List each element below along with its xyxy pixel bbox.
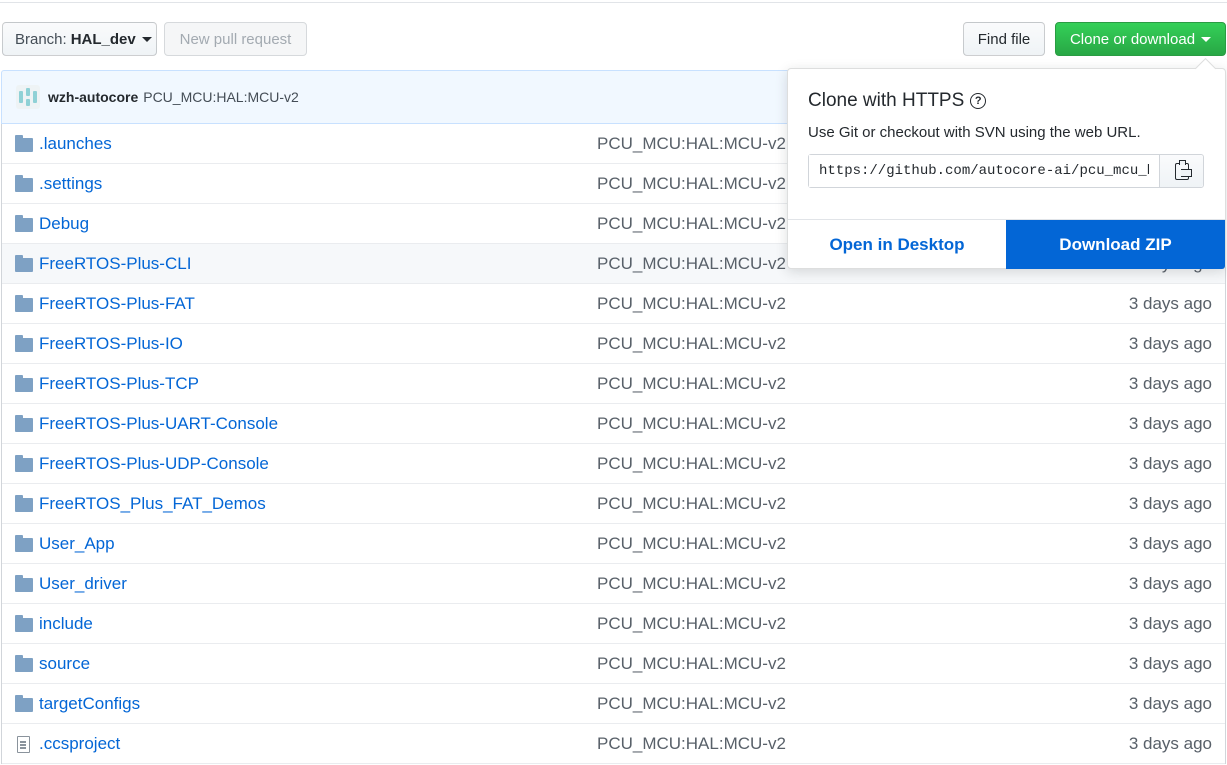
table-row[interactable]: FreeRTOS-Plus-UDP-Console PCU_MCU:HAL:MCU… xyxy=(2,444,1225,484)
commit-age: 3 days ago xyxy=(1128,374,1212,393)
folder-icon xyxy=(15,535,33,552)
folder-icon xyxy=(15,455,33,472)
commit-message-link[interactable]: PCU_MCU:HAL:MCU-v2 xyxy=(597,694,786,714)
commit-age: 3 days ago xyxy=(1128,454,1212,473)
branch-value: HAL_dev xyxy=(70,30,136,48)
table-row[interactable]: FreeRTOS-Plus-IO PCU_MCU:HAL:MCU-v2 3 days… xyxy=(2,324,1225,364)
folder-icon xyxy=(15,135,33,152)
table-row[interactable]: User_App PCU_MCU:HAL:MCU-v2 3 days ago xyxy=(2,524,1225,564)
file-icon xyxy=(15,736,33,753)
commit-message-link[interactable]: PCU_MCU:HAL:MCU-v2 xyxy=(143,89,299,105)
folder-icon xyxy=(15,175,33,192)
commit-message-link[interactable]: PCU_MCU:HAL:MCU-v2 xyxy=(597,534,786,554)
folder-icon xyxy=(15,375,33,392)
folder-icon xyxy=(15,575,33,592)
commit-age: 3 days ago xyxy=(1128,574,1212,593)
file-name-link[interactable]: User_App xyxy=(39,534,115,554)
commit-message-link[interactable]: PCU_MCU:HAL:MCU-v2 xyxy=(597,374,786,394)
commit-age: 3 days ago xyxy=(1128,694,1212,713)
clippy-icon xyxy=(1174,159,1192,180)
branch-label: Branch: xyxy=(15,30,67,48)
folder-icon xyxy=(15,255,33,272)
folder-icon xyxy=(15,695,33,712)
clone-title-text: Clone with HTTPS xyxy=(808,90,965,111)
file-name-link[interactable]: User_driver xyxy=(39,574,127,594)
folder-icon xyxy=(15,335,33,352)
table-row[interactable]: FreeRTOS-Plus-TCP PCU_MCU:HAL:MCU-v2 3 day… xyxy=(2,364,1225,404)
commit-message-link[interactable]: PCU_MCU:HAL:MCU-v2 xyxy=(597,294,786,314)
caret-down-icon xyxy=(141,36,152,42)
table-row[interactable]: FreeRTOS_Plus_FAT_Demos PCU_MCU:HAL:MCU-v… xyxy=(2,484,1225,524)
file-name-link[interactable]: include xyxy=(39,614,93,634)
file-name-link[interactable]: FreeRTOS-Plus-FAT xyxy=(39,294,195,314)
commit-message-link[interactable]: PCU_MCU:HAL:MCU-v2 xyxy=(597,654,786,674)
commit-age: 3 days ago xyxy=(1128,414,1212,433)
file-name-link[interactable]: Debug xyxy=(39,214,89,234)
commit-age: 3 days ago xyxy=(1128,494,1212,513)
commit-age: 3 days ago xyxy=(1128,654,1212,673)
folder-icon xyxy=(15,615,33,632)
commit-age: 3 days ago xyxy=(1128,734,1212,753)
commit-age: 3 days ago xyxy=(1128,534,1212,553)
table-row[interactable]: source PCU_MCU:HAL:MCU-v2 3 days ago xyxy=(2,644,1225,684)
folder-icon xyxy=(15,295,33,312)
caret-down-icon xyxy=(1201,36,1212,42)
download-zip-button[interactable]: Download ZIP xyxy=(1006,220,1225,269)
commit-age: 3 days ago xyxy=(1128,294,1212,313)
file-name-link[interactable]: .ccsproject xyxy=(39,734,120,754)
file-name-link[interactable]: FreeRTOS-Plus-IO xyxy=(39,334,183,354)
table-row[interactable]: FreeRTOS-Plus-FAT PCU_MCU:HAL:MCU-v2 3 day… xyxy=(2,284,1225,324)
clone-description: Use Git or checkout with SVN using the w… xyxy=(808,124,1141,141)
table-row[interactable]: targetConfigs PCU_MCU:HAL:MCU-v2 3 days ag… xyxy=(2,684,1225,724)
commit-message-link[interactable]: PCU_MCU:HAL:MCU-v2 xyxy=(597,174,786,194)
commit-author-link[interactable]: wzh-autocore xyxy=(48,89,138,105)
clone-url-group xyxy=(808,154,1204,188)
table-row[interactable]: .ccsproject PCU_MCU:HAL:MCU-v2 3 days ago xyxy=(2,724,1225,764)
file-name-link[interactable]: .launches xyxy=(39,134,112,154)
folder-icon xyxy=(15,655,33,672)
file-name-link[interactable]: FreeRTOS-Plus-CLI xyxy=(39,254,191,274)
file-name-link[interactable]: source xyxy=(39,654,90,674)
file-name-link[interactable]: .settings xyxy=(39,174,102,194)
folder-icon xyxy=(15,495,33,512)
file-name-link[interactable]: FreeRTOS-Plus-UART-Console xyxy=(39,414,278,434)
file-name-link[interactable]: FreeRTOS_Plus_FAT_Demos xyxy=(39,494,266,514)
table-row[interactable]: include PCU_MCU:HAL:MCU-v2 3 days ago xyxy=(2,604,1225,644)
file-name-link[interactable]: FreeRTOS-Plus-TCP xyxy=(39,374,199,394)
top-divider xyxy=(0,0,1227,3)
clone-popover: Clone with HTTPS ? Use Git or checkout w… xyxy=(787,68,1226,269)
file-name-link[interactable]: targetConfigs xyxy=(39,694,140,714)
copy-url-button[interactable] xyxy=(1159,155,1203,187)
commit-message-link[interactable]: PCU_MCU:HAL:MCU-v2 xyxy=(597,614,786,634)
new-pull-request-button[interactable]: New pull request xyxy=(164,22,307,56)
clone-popover-title: Clone with HTTPS ? xyxy=(808,90,987,112)
folder-icon xyxy=(15,215,33,232)
question-circle-icon[interactable]: ? xyxy=(970,93,987,109)
commit-message-link[interactable]: PCU_MCU:HAL:MCU-v2 xyxy=(597,134,786,154)
commit-message-link[interactable]: PCU_MCU:HAL:MCU-v2 xyxy=(597,254,786,274)
commit-message-link[interactable]: PCU_MCU:HAL:MCU-v2 xyxy=(597,414,786,434)
table-row[interactable]: FreeRTOS-Plus-UART-Console PCU_MCU:HAL:MC… xyxy=(2,404,1225,444)
commit-message-link[interactable]: PCU_MCU:HAL:MCU-v2 xyxy=(597,734,786,754)
clone-or-download-button[interactable]: Clone or download xyxy=(1055,22,1226,56)
folder-icon xyxy=(15,415,33,432)
clone-popover-footer: Open in Desktop Download ZIP xyxy=(788,219,1225,269)
commit-message-link[interactable]: PCU_MCU:HAL:MCU-v2 xyxy=(597,334,786,354)
clone-url-input[interactable] xyxy=(809,155,1159,187)
avatar[interactable] xyxy=(16,85,40,109)
commit-age: 3 days ago xyxy=(1128,614,1212,633)
commit-age: 3 days ago xyxy=(1128,334,1212,353)
commit-message-link[interactable]: PCU_MCU:HAL:MCU-v2 xyxy=(597,494,786,514)
commit-message-link[interactable]: PCU_MCU:HAL:MCU-v2 xyxy=(597,214,786,234)
branch-select-button[interactable]: Branch: HAL_dev xyxy=(2,22,157,56)
commit-message-link[interactable]: PCU_MCU:HAL:MCU-v2 xyxy=(597,454,786,474)
open-in-desktop-button[interactable]: Open in Desktop xyxy=(788,220,1006,269)
commit-message-link[interactable]: PCU_MCU:HAL:MCU-v2 xyxy=(597,574,786,594)
table-row[interactable]: User_driver PCU_MCU:HAL:MCU-v2 3 days ago xyxy=(2,564,1225,604)
clone-button-label: Clone or download xyxy=(1069,30,1196,48)
file-name-link[interactable]: FreeRTOS-Plus-UDP-Console xyxy=(39,454,269,474)
find-file-button[interactable]: Find file xyxy=(963,22,1045,56)
